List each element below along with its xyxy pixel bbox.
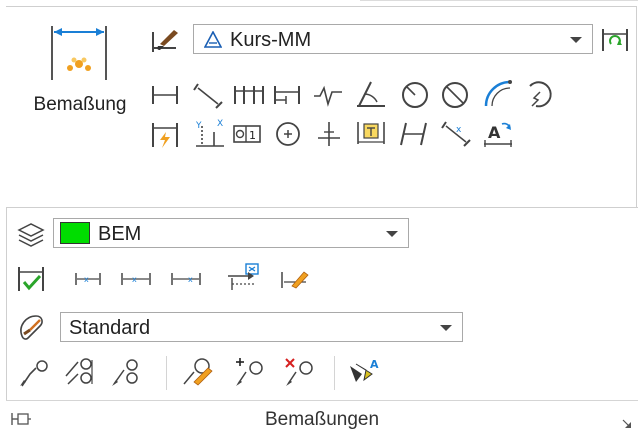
svg-text:1: 1 bbox=[249, 129, 256, 142]
style-combo-value: Standard bbox=[69, 317, 151, 339]
layer-stack-icon[interactable] bbox=[16, 220, 46, 250]
toolbar-separator bbox=[166, 356, 167, 390]
style-combo[interactable]: Standard bbox=[60, 312, 463, 342]
dimension-check-icon[interactable] bbox=[16, 264, 46, 294]
svg-text:Y: Y bbox=[195, 121, 202, 131]
dimension-update-icon[interactable] bbox=[600, 26, 630, 54]
oblique-dimension-icon[interactable] bbox=[398, 120, 428, 148]
dimension-associate-icon[interactable] bbox=[226, 262, 262, 292]
multileader-align-icon[interactable] bbox=[62, 356, 98, 388]
dimstyle-brush-icon[interactable] bbox=[150, 26, 182, 54]
dimension-space-icon[interactable]: x bbox=[74, 270, 102, 288]
tolerance-icon[interactable]: 1 bbox=[232, 122, 262, 146]
svg-text:X: X bbox=[217, 119, 223, 129]
svg-text:x: x bbox=[456, 125, 462, 135]
dimstyle-combo[interactable]: Kurs-MM bbox=[193, 24, 593, 54]
jogged-linear-icon[interactable] bbox=[312, 82, 344, 108]
remove-leader-icon[interactable] bbox=[282, 356, 316, 388]
annotative-icon bbox=[204, 31, 222, 49]
svg-text:A: A bbox=[370, 358, 379, 371]
multileader-style-icon[interactable] bbox=[180, 356, 216, 388]
dimstyle-combo-value: Kurs-MM bbox=[230, 29, 312, 51]
leader-text-icon[interactable]: A bbox=[346, 356, 382, 388]
dimension-text-angle-icon[interactable]: x bbox=[440, 118, 472, 148]
style-brush-icon[interactable] bbox=[16, 312, 46, 342]
jogged-radius-icon[interactable] bbox=[522, 78, 554, 110]
multileader-collect-icon[interactable] bbox=[110, 356, 146, 388]
layer-combo-value: BEM bbox=[98, 223, 142, 245]
arc-length-icon[interactable] bbox=[482, 78, 514, 110]
text-edit-dimension-icon[interactable]: A bbox=[482, 118, 514, 148]
center-mark-icon[interactable] bbox=[274, 120, 302, 148]
svg-text:A: A bbox=[488, 123, 501, 142]
multileader-icon[interactable] bbox=[18, 358, 50, 388]
svg-text:x: x bbox=[132, 275, 137, 284]
layer-combo[interactable]: BEM bbox=[53, 218, 409, 248]
ordinate-dimension-icon[interactable]: YX bbox=[192, 118, 226, 150]
panel-title-bar: Bemaßungen bbox=[6, 400, 638, 437]
dimension-continue-space-icon[interactable]: x bbox=[170, 270, 202, 288]
dimension-override-icon[interactable] bbox=[280, 268, 310, 290]
continue-dimension-icon[interactable] bbox=[272, 82, 302, 108]
svg-text:x: x bbox=[84, 275, 89, 284]
inspection-icon[interactable] bbox=[314, 118, 344, 150]
dimension-align-icon[interactable]: x bbox=[120, 270, 152, 288]
linear-dimension-icon[interactable] bbox=[150, 82, 180, 108]
dimension-break-icon[interactable] bbox=[355, 118, 387, 148]
quick-dimension-icon[interactable] bbox=[150, 120, 180, 150]
chevron-down-icon bbox=[440, 325, 452, 331]
dimension-big-button[interactable]: Bemaßung bbox=[18, 22, 142, 132]
svg-text:x: x bbox=[188, 275, 193, 284]
layer-color-swatch bbox=[60, 222, 90, 244]
radius-dimension-icon[interactable] bbox=[400, 80, 430, 110]
panel-title: Bemaßungen bbox=[264, 409, 380, 430]
chevron-down-icon bbox=[386, 231, 398, 237]
angular-dimension-icon[interactable] bbox=[355, 78, 387, 110]
panel-expand-arrow-icon[interactable] bbox=[622, 419, 632, 429]
chevron-down-icon bbox=[570, 37, 582, 43]
toolbar-separator bbox=[334, 356, 335, 390]
linear-dimension-large-icon bbox=[46, 24, 112, 84]
add-leader-icon[interactable] bbox=[232, 356, 266, 388]
aligned-dimension-icon[interactable] bbox=[192, 80, 224, 110]
diameter-dimension-icon[interactable] bbox=[440, 80, 470, 110]
panel-divider bbox=[6, 207, 638, 208]
ribbon-top-border bbox=[360, 0, 638, 1]
baseline-dimension-icon[interactable] bbox=[232, 82, 266, 108]
dimension-big-button-label: Bemaßung bbox=[33, 94, 127, 115]
